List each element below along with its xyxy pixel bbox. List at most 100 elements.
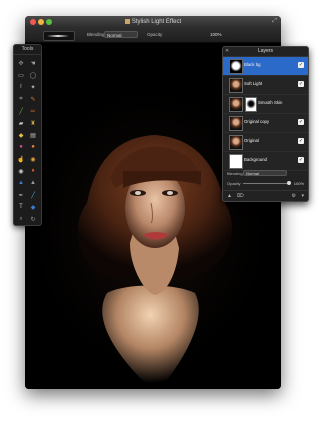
layer-thumbnail xyxy=(229,135,243,150)
layer-visibility-checkbox[interactable]: ✓ xyxy=(298,138,304,144)
layer-blending-select[interactable]: Normal xyxy=(243,170,287,176)
layer-style-icon[interactable]: ⚙ xyxy=(292,193,296,199)
layer-visibility-checkbox[interactable]: ✓ xyxy=(298,81,304,87)
layer-list: Black bg ✓ Soft Light ✓ Smooth Skin Original … xyxy=(223,57,308,171)
water-drop-icon[interactable]: ▲ xyxy=(15,177,27,189)
window-title: Stylish Light Effect xyxy=(25,17,281,27)
burn-icon-glyph: ● xyxy=(31,144,35,150)
eyedropper-icon[interactable]: ✎ xyxy=(27,93,39,105)
bucket-icon-glyph: ◆ xyxy=(18,132,24,139)
layers-palette: ✕ Layers Black bg ✓ Soft Light ✓ Smooth Skin… xyxy=(222,46,309,202)
layer-opacity-slider[interactable] xyxy=(243,183,289,184)
ellipse-select-icon-glyph: ◯ xyxy=(29,72,37,79)
smudge-icon-glyph: ☝ xyxy=(17,156,25,163)
crop-icon-glyph: ⌗ xyxy=(19,95,23,102)
magic-wand-icon-glyph: ✦ xyxy=(30,84,36,91)
delete-layer-icon[interactable]: ⌦ xyxy=(237,193,244,199)
layer-row[interactable]: Soft Light ✓ xyxy=(223,76,308,95)
layer-name: Background xyxy=(244,157,267,162)
rotate-icon[interactable]: ↻ xyxy=(27,213,39,225)
layer-opacity-knob[interactable] xyxy=(287,181,291,185)
layer-visibility-checkbox[interactable]: ✓ xyxy=(298,119,304,125)
rect-select-icon[interactable]: ▭ xyxy=(15,69,27,81)
tool-grid: ✥ ☚ ▭ ◯ ℓ ✦ ⌗ ✎ ╱ ✏ ▰ ♜ ◆ ▤ ● ● ☝ ◉ ◉ ♦ ▲ ▲ ✒ ╱ T ◆ ⌕ ↻ xyxy=(14,55,41,227)
zoom-icon-glyph: ⌕ xyxy=(19,215,23,222)
rotate-icon-glyph: ↻ xyxy=(30,216,36,223)
ellipse-select-icon[interactable]: ◯ xyxy=(27,69,39,81)
smudge-icon[interactable]: ☝ xyxy=(15,153,27,165)
crop-icon[interactable]: ⌗ xyxy=(15,93,27,105)
sponge-icon[interactable]: ● xyxy=(15,141,27,153)
burn-icon[interactable]: ● xyxy=(27,141,39,153)
eyedropper-icon-glyph: ✎ xyxy=(30,96,36,103)
new-layer-icon[interactable]: ▲ xyxy=(227,193,232,199)
layers-palette-title: Layers xyxy=(257,48,273,54)
dodge-icon-glyph: ♦ xyxy=(31,168,35,174)
sponge-icon-glyph: ● xyxy=(19,144,23,150)
stamp-icon[interactable]: ♜ xyxy=(27,117,39,129)
magic-wand-icon[interactable]: ✦ xyxy=(27,81,39,93)
hand-icon[interactable]: ☚ xyxy=(27,57,39,69)
shape-icon-glyph: ◆ xyxy=(30,204,36,211)
resize-icon[interactable]: ⤢ xyxy=(272,18,277,25)
opacity-label: Opacity xyxy=(147,32,163,37)
layer-thumbnail xyxy=(229,78,243,93)
text-icon[interactable]: T xyxy=(15,201,27,213)
layer-thumbnail xyxy=(229,154,243,169)
layer-name: Original xyxy=(244,138,259,143)
blending-label: Blending xyxy=(87,32,105,37)
layer-row[interactable]: Original ✓ xyxy=(223,133,308,152)
layer-opacity-label: Opacity xyxy=(227,181,241,186)
layer-name: Smooth Skin xyxy=(258,100,283,105)
sharpen-icon-glyph: ▲ xyxy=(30,180,36,186)
layer-visibility-checkbox[interactable]: ✓ xyxy=(298,62,304,68)
pen-icon[interactable]: ✒ xyxy=(15,189,27,201)
wand-line-icon-glyph: ╱ xyxy=(31,192,35,199)
gradient-icon-glyph: ▤ xyxy=(30,132,36,139)
eraser-icon[interactable]: ▰ xyxy=(15,117,27,129)
layer-visibility-checkbox[interactable]: ✓ xyxy=(298,157,304,163)
pencil-icon[interactable]: ✏ xyxy=(27,105,39,117)
blur-icon-glyph: ◉ xyxy=(30,156,36,163)
layer-thumbnail xyxy=(229,97,243,112)
lasso-icon[interactable]: ℓ xyxy=(15,81,27,93)
window-title-text: Stylish Light Effect xyxy=(131,19,182,25)
brush-preset-picker[interactable] xyxy=(43,31,75,41)
dodge-icon[interactable]: ♦ xyxy=(27,165,39,177)
zoom-icon[interactable]: ⌕ xyxy=(15,213,27,225)
layer-thumbnail xyxy=(229,59,243,74)
layer-opacity-value: 100% xyxy=(293,181,304,186)
layer-menu-icon[interactable]: ▾ xyxy=(301,193,304,199)
layer-blending-label: Blending xyxy=(227,171,243,176)
opacity-value[interactable]: 100% xyxy=(210,31,222,39)
layer-name: Soft Light xyxy=(244,81,263,86)
layer-name: Original copy xyxy=(244,119,270,124)
brush-icon-glyph: ╱ xyxy=(19,108,23,115)
options-bar: Blending Normal Opacity 100% xyxy=(25,28,281,43)
lasso-icon-glyph: ℓ xyxy=(20,84,22,90)
layer-row[interactable]: Smooth Skin xyxy=(223,95,308,114)
layer-row[interactable]: Black bg ✓ xyxy=(223,57,308,76)
tools-palette: Tools ✥ ☚ ▭ ◯ ℓ ✦ ⌗ ✎ ╱ ✏ ▰ ♜ ◆ ▤ ● ● ☝ ◉ ◉ ♦ ▲ ▲ ✒ ╱ T ◆ ⌕ ↻ xyxy=(13,44,42,226)
text-icon-glyph: T xyxy=(19,204,23,210)
layer-thumbnail xyxy=(229,116,243,131)
brush-icon[interactable]: ╱ xyxy=(15,105,27,117)
sharpen-icon[interactable]: ▲ xyxy=(27,177,39,189)
tools-palette-title: Tools xyxy=(14,45,41,55)
close-palette-icon[interactable]: ✕ xyxy=(225,47,229,56)
layers-footer: ▲ ⌦ ⚙ ▾ xyxy=(223,190,308,201)
move-icon[interactable]: ✥ xyxy=(15,57,27,69)
blending-select[interactable]: Normal xyxy=(104,31,138,38)
shape-icon[interactable]: ◆ xyxy=(27,201,39,213)
gradient-icon[interactable]: ▤ xyxy=(27,129,39,141)
wand-line-icon[interactable]: ╱ xyxy=(27,189,39,201)
layer-opacity-row: Opacity 100% xyxy=(223,179,308,188)
layers-palette-header: ✕ Layers xyxy=(223,47,308,57)
hand-icon-glyph: ☚ xyxy=(30,60,36,67)
water-drop-icon-glyph: ▲ xyxy=(18,180,24,186)
bucket-icon[interactable]: ◆ xyxy=(15,129,27,141)
blur-icon[interactable]: ◉ xyxy=(27,153,39,165)
layer-blending-row: Blending Normal xyxy=(223,169,308,178)
eye-icon[interactable]: ◉ xyxy=(15,165,27,177)
layer-row[interactable]: Original copy ✓ xyxy=(223,114,308,133)
